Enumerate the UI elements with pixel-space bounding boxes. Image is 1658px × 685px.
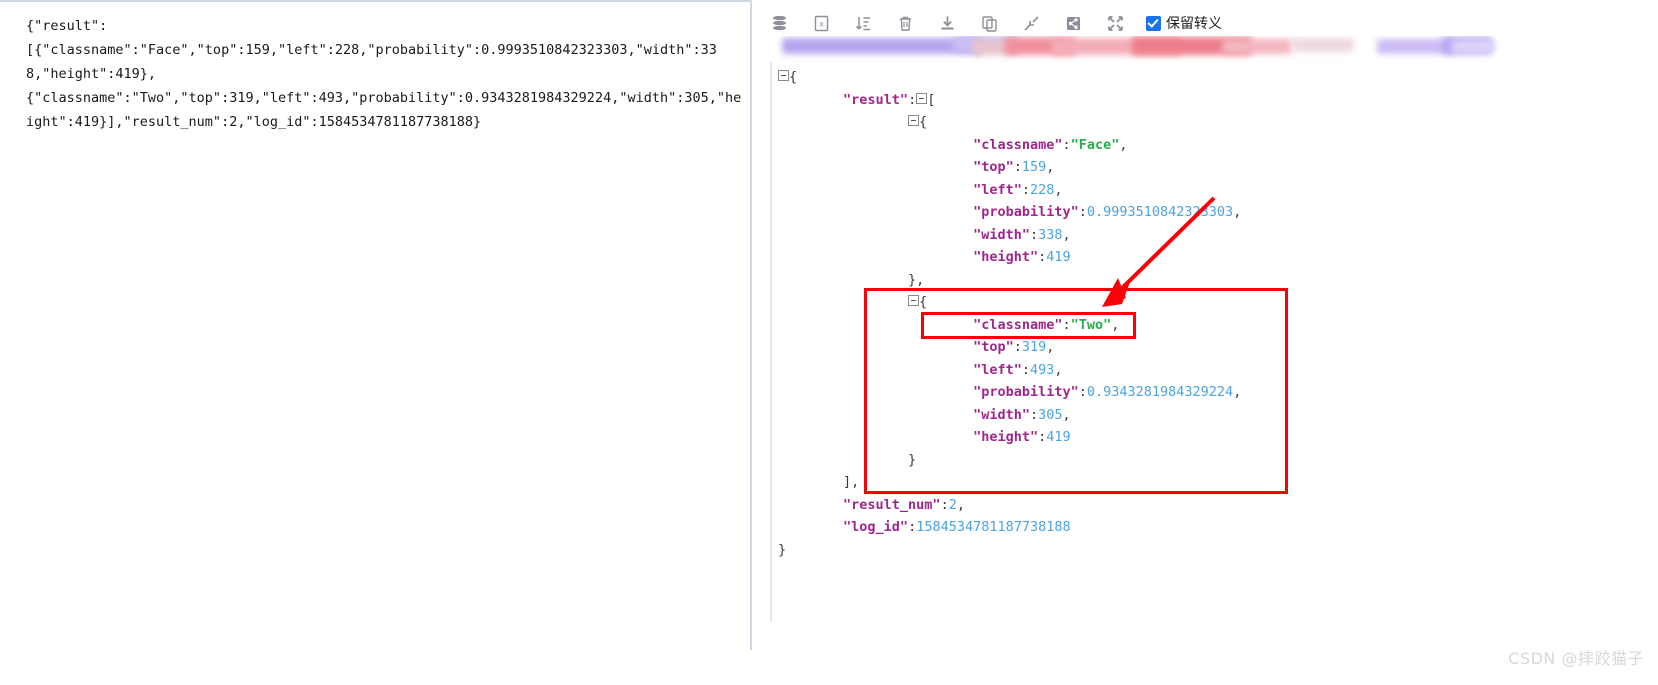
json-tree-line[interactable]: { xyxy=(778,291,1241,314)
tree-toggle-icon[interactable] xyxy=(778,70,789,81)
json-tree-line[interactable]: "probability":0.9993510842323303, xyxy=(778,201,1241,224)
json-tree-line[interactable]: { xyxy=(778,111,1241,134)
json-tree-line[interactable]: "width":338, xyxy=(778,224,1241,247)
json-tree-line[interactable]: "classname":"Face", xyxy=(778,134,1241,157)
json-tree-line[interactable]: "height":419 xyxy=(778,426,1241,449)
json-tree-line[interactable]: } xyxy=(778,539,1241,562)
json-tree-line[interactable]: } xyxy=(778,449,1241,472)
raw-json-panel[interactable]: {"result": [{"classname":"Face","top":15… xyxy=(0,0,752,650)
json-viewer-panel: x 保留转义 {"result": [{"classname":"Face… xyxy=(752,0,1658,685)
json-tree-line[interactable]: "top":319, xyxy=(778,336,1241,359)
raw-json-text[interactable]: {"result": [{"classname":"Face","top":15… xyxy=(26,14,742,134)
expand-icon[interactable] xyxy=(1100,8,1130,38)
json-tree-line[interactable]: "result_num":2, xyxy=(778,494,1241,517)
svg-text:x: x xyxy=(819,19,824,28)
sort-icon[interactable] xyxy=(848,8,878,38)
csdn-watermark: CSDN @摔跤猫子 xyxy=(1508,649,1644,668)
tree-toggle-icon[interactable] xyxy=(908,295,920,306)
collapse-icon[interactable] xyxy=(1016,8,1046,38)
json-tree-line[interactable]: ], xyxy=(778,471,1241,494)
json-tree-line[interactable]: "log_id":1584534781187738188 xyxy=(778,516,1241,539)
tree-toggle-icon[interactable] xyxy=(916,92,928,104)
json-tree-line[interactable]: "left":228, xyxy=(778,179,1241,202)
app-root: {"result": [{"classname":"Face","top":15… xyxy=(0,0,1658,685)
preserve-escape-label: 保留转义 xyxy=(1166,16,1222,32)
database-icon[interactable] xyxy=(764,8,794,38)
tree-toggle-icon[interactable] xyxy=(908,115,920,126)
json-tree-line[interactable]: "result":[ xyxy=(778,89,1241,112)
json-tree[interactable]: { "result":[ { "classname":"Face", "top"… xyxy=(778,66,1241,561)
tree-gutter xyxy=(770,62,772,622)
copy-icon[interactable] xyxy=(974,8,1004,38)
json-tree-line[interactable]: "probability":0.9343281984329224, xyxy=(778,381,1241,404)
share-icon[interactable] xyxy=(1058,8,1088,38)
preserve-escape-checkbox[interactable]: 保留转义 xyxy=(1146,13,1222,33)
json-tree-line[interactable]: { xyxy=(778,66,1241,89)
json-tree-line[interactable]: "top":159, xyxy=(778,156,1241,179)
download-icon[interactable] xyxy=(932,8,962,38)
json-tree-line[interactable]: "classname":"Two", xyxy=(778,314,1241,337)
json-tree-line[interactable]: }, xyxy=(778,269,1241,292)
excel-export-icon[interactable]: x xyxy=(806,8,836,38)
json-tree-container[interactable]: { "result":[ { "classname":"Face", "top"… xyxy=(770,62,1650,622)
json-tree-line[interactable]: "width":305, xyxy=(778,404,1241,427)
json-tree-line[interactable]: "left":493, xyxy=(778,359,1241,382)
viewer-toolbar: x 保留转义 xyxy=(752,0,1658,46)
delete-icon[interactable] xyxy=(890,8,920,38)
json-tree-line[interactable]: "height":419 xyxy=(778,246,1241,269)
checkbox-checked-icon[interactable] xyxy=(1146,15,1161,31)
